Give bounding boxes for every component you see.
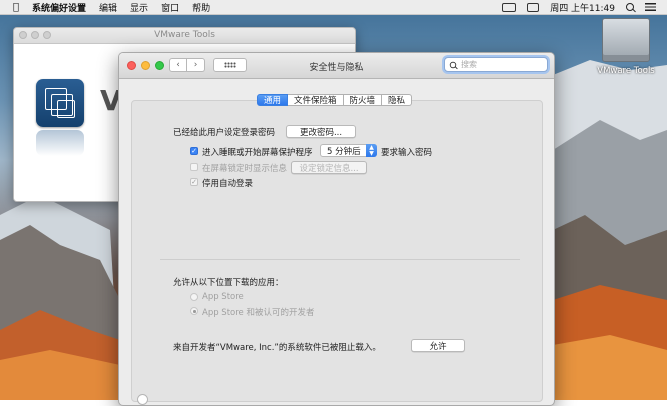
menu-edit[interactable]: 编辑 bbox=[99, 1, 117, 14]
password-delay-value: 5 分钟后 bbox=[327, 146, 361, 157]
search-input[interactable] bbox=[457, 60, 541, 69]
password-set-label: 已经给此用户设定登录密码 bbox=[173, 128, 276, 138]
input-source-icon[interactable] bbox=[527, 2, 540, 12]
radio-app-store-dev-label: App Store 和被认可的开发者 bbox=[202, 308, 315, 318]
search-field[interactable] bbox=[444, 57, 548, 72]
require-password-checkbox[interactable]: ✓ bbox=[190, 147, 198, 155]
disable-autologin-label: 停用自动登录 bbox=[202, 179, 254, 189]
tab-firewall[interactable]: 防火墙 bbox=[343, 94, 383, 106]
vmware-logo-reflection bbox=[36, 130, 84, 156]
require-password-suffix: 要求输入密码 bbox=[381, 148, 433, 158]
notification-center-icon[interactable] bbox=[645, 3, 656, 11]
change-password-button[interactable]: 更改密码... bbox=[286, 125, 356, 138]
vmware-logo-icon bbox=[36, 79, 84, 127]
vmware-tools-volume-icon[interactable] bbox=[602, 18, 650, 63]
search-icon bbox=[449, 61, 457, 68]
require-password-label: 进入睡眠或开始屏幕保护程序 bbox=[202, 148, 313, 158]
window-titlebar[interactable]: ‹ › 安全性与隐私 bbox=[119, 53, 554, 79]
vmware-tools-title: VMware Tools bbox=[154, 30, 215, 40]
menu-bar:  系统偏好设置 编辑 显示 窗口 帮助 周四 上午11:49 bbox=[0, 0, 667, 15]
radio-app-store[interactable] bbox=[190, 293, 198, 301]
disable-autologin-checkbox[interactable]: ✓ bbox=[190, 178, 198, 186]
general-panel: 已经给此用户设定登录密码 更改密码... ✓ 进入睡眠或开始屏幕保护程序 5 分… bbox=[131, 100, 543, 402]
radio-app-store-dev[interactable] bbox=[190, 307, 198, 315]
menu-view[interactable]: 显示 bbox=[130, 1, 148, 14]
updown-arrows-icon: ▲ ▼ bbox=[366, 144, 377, 157]
apple-menu-icon[interactable]:  bbox=[13, 2, 19, 13]
section-divider bbox=[160, 259, 520, 260]
security-privacy-window[interactable]: ‹ › 安全性与隐私 通用 文件保险箱 防火墙 隐私 已经给此用户设定登录密码 … bbox=[118, 52, 555, 406]
menu-app-name[interactable]: 系统偏好设置 bbox=[32, 1, 86, 14]
spotlight-search-icon[interactable] bbox=[626, 3, 634, 11]
tab-bar: 通用 文件保险箱 防火墙 隐私 bbox=[257, 94, 413, 106]
show-message-label: 在屏幕锁定时显示信息 bbox=[202, 164, 288, 174]
screen-mirroring-icon[interactable] bbox=[502, 2, 517, 12]
radio-app-store-label: App Store bbox=[202, 292, 244, 302]
blocked-software-message: 来自开发者“VMware, Inc.”的系统软件已被阻止载入。 bbox=[173, 343, 381, 353]
menu-window[interactable]: 窗口 bbox=[161, 1, 179, 14]
tab-general[interactable]: 通用 bbox=[257, 94, 289, 106]
set-lock-message-button[interactable]: 设定锁定信息... bbox=[291, 161, 367, 174]
vmware-tools-titlebar[interactable]: VMware Tools bbox=[14, 28, 355, 44]
menu-extras: 周四 上午11:49 bbox=[502, 1, 667, 14]
clock[interactable]: 周四 上午11:49 bbox=[550, 1, 615, 14]
downloads-heading: 允许从以下位置下载的应用： bbox=[173, 278, 284, 288]
allow-button[interactable]: 允许 bbox=[411, 339, 465, 352]
password-delay-select[interactable]: 5 分钟后 ▲ ▼ bbox=[320, 144, 377, 157]
tab-privacy[interactable]: 隐私 bbox=[382, 94, 413, 106]
volume-label: VMware Tools bbox=[597, 66, 655, 76]
menu-help[interactable]: 帮助 bbox=[192, 1, 210, 14]
tab-filevault[interactable]: 文件保险箱 bbox=[288, 94, 344, 106]
show-message-checkbox[interactable] bbox=[190, 163, 198, 171]
